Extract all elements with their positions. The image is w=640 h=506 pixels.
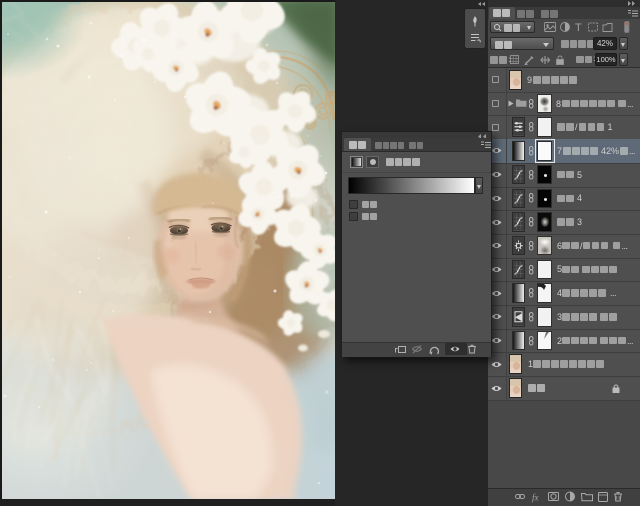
svg-text:T: T [575,22,582,33]
svg-text:fx: fx [532,493,539,503]
